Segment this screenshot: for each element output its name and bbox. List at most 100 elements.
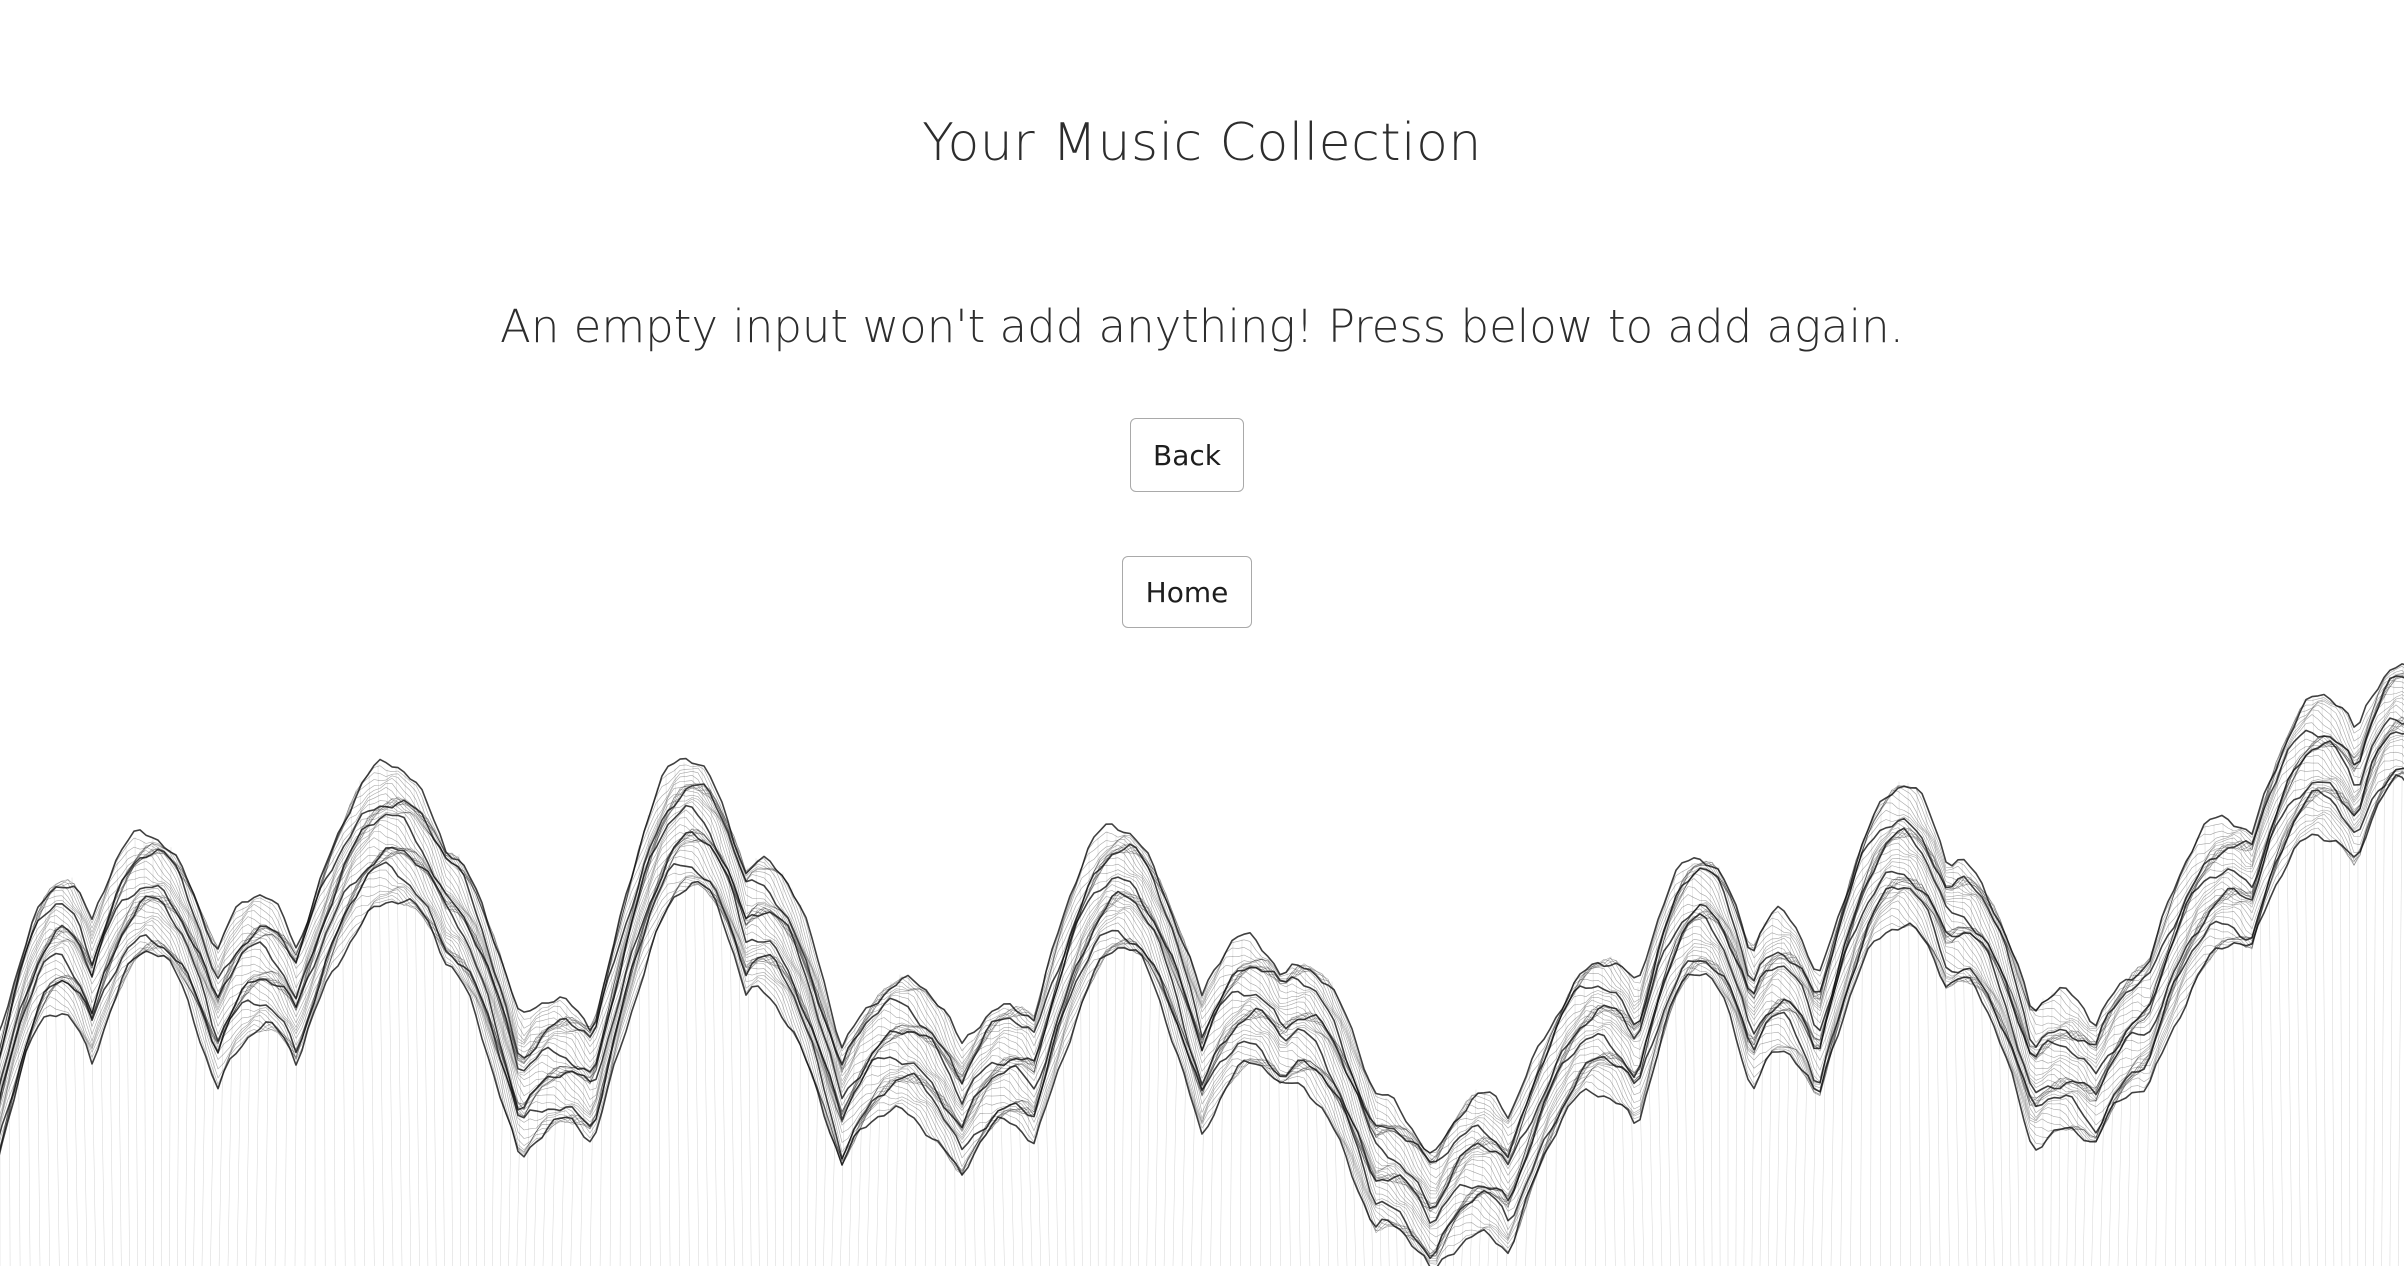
terrain-mesh-line <box>1768 910 1774 1266</box>
terrain-mesh-line <box>1574 977 1576 1266</box>
terrain-mesh-line <box>1860 837 1864 1266</box>
terrain-mesh-line <box>2294 716 2301 1266</box>
terrain-mesh-line <box>1718 866 1721 1266</box>
terrain-mesh-line <box>2175 878 2179 1266</box>
terrain-mesh-line <box>773 867 776 1266</box>
terrain-mesh-line <box>1172 926 1180 1266</box>
terrain-mesh-line <box>304 924 307 1266</box>
terrain-mesh-line <box>2066 999 2071 1266</box>
terrain-mesh-line <box>619 911 622 1266</box>
terrain-mesh-line <box>294 950 298 1266</box>
terrain-ridge-line <box>0 680 2404 1170</box>
terrain-mesh-line <box>2126 978 2134 1266</box>
terrain-mesh-line <box>1925 810 1931 1266</box>
terrain-mesh-line <box>925 989 928 1266</box>
terrain-mesh-line <box>1163 904 1171 1266</box>
terrain-mesh-line <box>236 907 244 1266</box>
page-title: Your Music Collection <box>922 112 1482 173</box>
terrain-mesh-line <box>89 916 96 1266</box>
terrain-mesh-line <box>935 999 937 1266</box>
terrain-ridge-line <box>0 694 2404 1189</box>
terrain-mesh-line <box>989 1012 996 1266</box>
back-button[interactable]: Back <box>1130 418 1244 492</box>
terrain-mesh-line <box>1988 902 1995 1266</box>
terrain-mesh-line <box>533 1006 541 1266</box>
terrain-mesh-line <box>1601 962 1606 1266</box>
terrain-mesh-line <box>1250 941 1252 1266</box>
terrain-mesh-line <box>98 904 105 1266</box>
terrain-mesh-line <box>368 770 375 1266</box>
terrain-mesh-line <box>1146 865 1153 1266</box>
terrain-mesh-line <box>638 845 641 1266</box>
terrain-mesh-line <box>807 936 811 1266</box>
terrain-mesh-line <box>1428 1150 1432 1266</box>
terrain-mesh-line <box>2365 712 2368 1266</box>
terrain-mesh-line <box>1565 997 1567 1266</box>
terrain-ridge-line <box>0 676 2404 1166</box>
terrain-mesh-line <box>2006 933 2012 1266</box>
terrain-mesh-line <box>1121 831 1126 1266</box>
terrain-ridge-line <box>0 716 2404 1205</box>
terrain-mesh-line <box>953 1032 956 1266</box>
terrain-mesh-line <box>2397 663 2404 1266</box>
terrain-mesh-line <box>525 1016 532 1266</box>
terrain-mesh-line <box>2155 919 2161 1266</box>
terrain-mesh-line <box>2249 834 2256 1266</box>
terrain-mesh-line <box>227 912 235 1266</box>
terrain-mesh-line <box>1934 832 1941 1266</box>
terrain-mesh-line <box>998 1008 1005 1266</box>
terrain-mesh-line <box>1286 968 1291 1266</box>
terrain-mesh-line <box>1506 1109 1513 1266</box>
terrain-mesh-line <box>2058 987 2062 1266</box>
terrain-mesh-line <box>1610 956 1616 1266</box>
terrain-mesh-line <box>1025 1009 1033 1266</box>
terrain-mesh-line <box>710 783 718 1266</box>
terrain-mesh-line <box>500 962 505 1266</box>
terrain-mesh-line <box>1535 1053 1540 1266</box>
terrain-mesh-line <box>1979 883 1986 1266</box>
terrain-mesh-line <box>1785 925 1792 1266</box>
terrain-mesh-line <box>665 774 671 1266</box>
terrain-mesh-line <box>2348 717 2351 1266</box>
terrain-mesh-line <box>2222 822 2227 1266</box>
terrain-ridge-line <box>0 772 2404 1256</box>
home-button[interactable]: Home <box>1122 556 1252 628</box>
terrain-mesh-line <box>2015 956 2020 1266</box>
terrain-ridge-line <box>0 711 2404 1204</box>
terrain-mesh-line <box>1043 974 1050 1266</box>
terrain-ridge-line <box>0 663 2404 1154</box>
terrain-mesh-line <box>1403 1123 1406 1266</box>
terrain-mesh-line <box>1664 901 1671 1266</box>
terrain-mesh-line <box>971 1039 976 1266</box>
terrain-mesh-line <box>764 856 768 1266</box>
terrain-mesh-line <box>915 984 919 1266</box>
terrain-mesh-line <box>1943 858 1950 1266</box>
terrain-mesh-line <box>1420 1142 1423 1266</box>
terrain-ridge-line <box>0 765 2404 1257</box>
terrain-mesh-line <box>542 1003 550 1266</box>
terrain-mesh-line <box>2136 963 2143 1266</box>
terrain-mesh-line <box>1751 939 1756 1266</box>
terrain-mesh-line <box>2074 1007 2080 1266</box>
terrain-mesh-line <box>570 1014 577 1266</box>
terrain-mesh-line <box>193 903 199 1266</box>
terrain-mesh-line <box>866 1008 874 1266</box>
terrain-mesh-line <box>169 847 172 1266</box>
terrain-mesh-line <box>1735 908 1738 1266</box>
terrain-mesh-line <box>1461 1099 1468 1266</box>
terrain-mesh-line <box>580 1024 586 1266</box>
terrain-mesh-line <box>2091 1020 2098 1266</box>
terrain-mesh-line <box>1385 1097 1390 1266</box>
terrain-mesh-line <box>1907 782 1911 1266</box>
terrain-mesh-line <box>1340 1004 1348 1266</box>
terrain-ridge-line <box>0 670 2404 1158</box>
terrain-mesh-line <box>609 948 613 1266</box>
terrain-mesh-line <box>2389 667 2395 1266</box>
terrain-mesh-line <box>551 998 559 1266</box>
terrain-mesh-line <box>1191 979 1198 1266</box>
terrain-mesh-line <box>1277 969 1281 1266</box>
terrain-mesh-line <box>1811 980 1819 1266</box>
terrain-mesh-line <box>1331 981 1339 1266</box>
terrain-mesh-line <box>274 913 280 1266</box>
terrain-mesh-line <box>2117 985 2125 1266</box>
